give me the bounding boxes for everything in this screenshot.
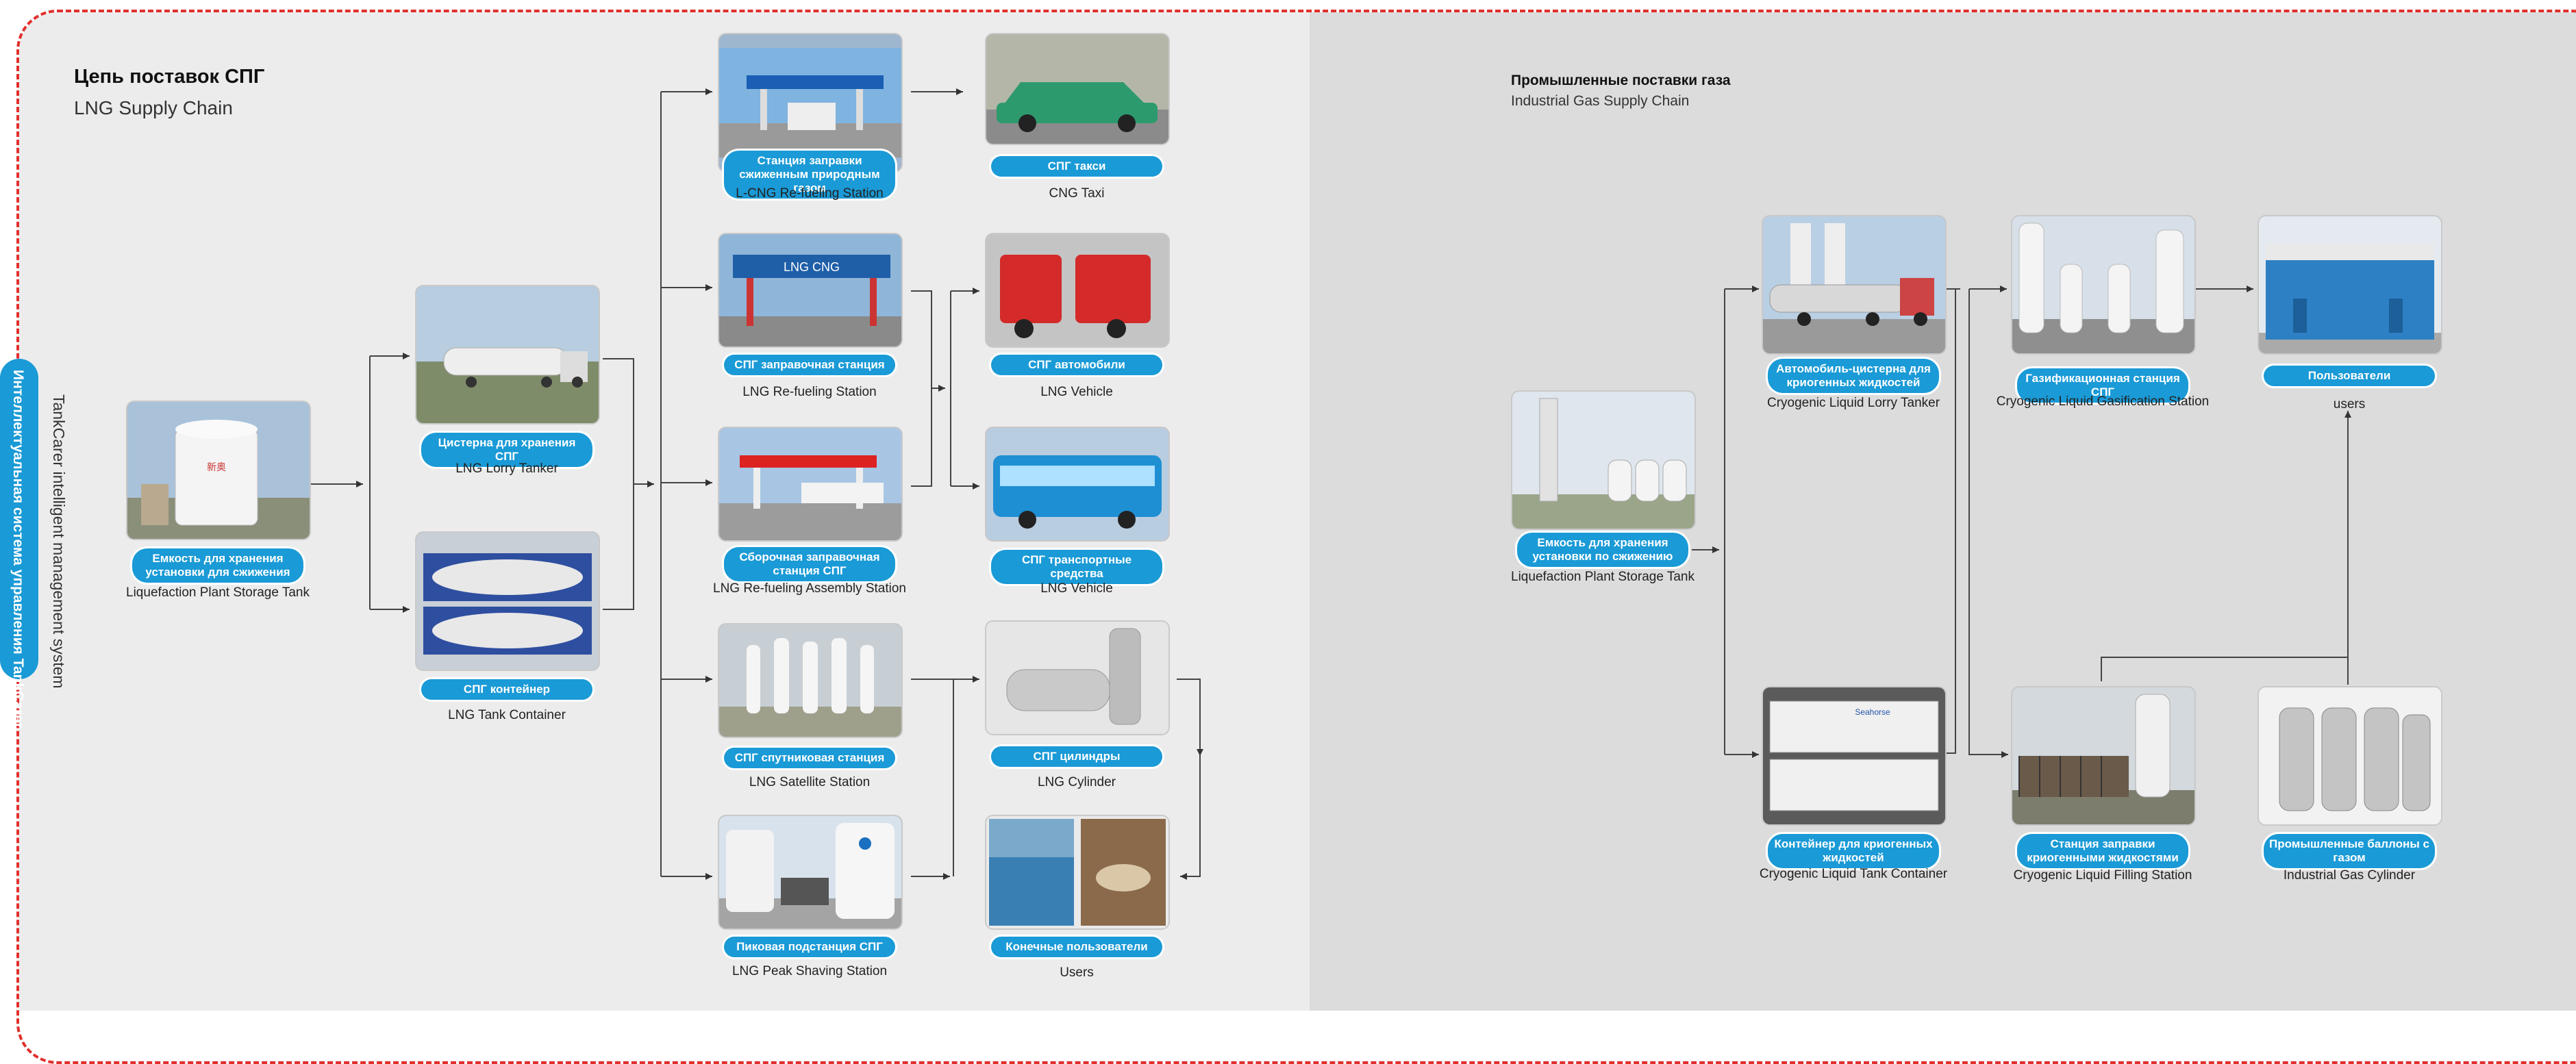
- pill-lng-cylinder: СПГ цилиндры: [991, 746, 1162, 767]
- node-lng-vehicle-bus: СПГ транспортные средства LNG Vehicle: [985, 427, 1170, 596]
- svg-text:Seahorse: Seahorse: [1855, 707, 1890, 717]
- node-cryo-filling-station: Станция заправки криогенными жидкостями …: [2011, 686, 2196, 883]
- gasification-station-photo: [2011, 215, 2196, 355]
- gas-cylinders-photo: [2258, 686, 2442, 826]
- cylinder-photo: [985, 620, 1170, 735]
- node-cryo-lorry-tanker: Автомобиль-цистерна для криогенных жидко…: [1762, 215, 1947, 410]
- cap-lng-tank-container: LNG Tank Container: [448, 708, 566, 722]
- truck-photo: [985, 233, 1170, 348]
- pill-cng-taxi: СПГ такси: [991, 156, 1162, 177]
- cap-cryo-gasification-station: Cryogenic Liquid Gasification Station: [1996, 394, 2210, 409]
- cap-cryo-lorry-tanker: Cryogenic Liquid Lorry Tanker: [1766, 396, 1940, 410]
- lorry-tanker-photo: [1762, 215, 1947, 355]
- node-end-users: Конечные пользователи Users: [985, 815, 1170, 980]
- node-ind-users: Пользователи users: [2258, 215, 2442, 411]
- cap-lng-satellite-station: LNG Satellite Station: [749, 775, 871, 789]
- cap-lng-assembly-station: LNG Re-fueling Assembly Station: [713, 581, 906, 596]
- tank-container-photo: Seahorse: [1762, 686, 1947, 826]
- cap-cryo-tank-container: Cryogenic Liquid Tank Container: [1759, 867, 1948, 881]
- pill-lng-assembly-station: Сборочная заправочная станция СПГ: [724, 547, 895, 581]
- pill-lng-peak-shaving: Пиковая подстанция СПГ: [724, 937, 895, 957]
- cap-cng-taxi: CNG Taxi: [1049, 186, 1105, 201]
- svg-text:LNG CNG: LNG CNG: [784, 260, 840, 274]
- pill-cryo-tank-container: Контейнер для криогенных жидкостей: [1768, 834, 1939, 868]
- node-lng-lorry-tanker: Цистерна для хранения СПГ LNG Lorry Tank…: [415, 285, 600, 476]
- cap-lcng-station: L-CNG Re-fueling Station: [736, 186, 884, 201]
- cap-cryo-filling-station: Cryogenic Liquid Filling Station: [2013, 868, 2192, 883]
- node-cryo-tank-container: Seahorse Контейнер для криогенных жидкос…: [1760, 686, 1947, 881]
- pill-lng-vehicle-truck: СПГ автомобили: [991, 355, 1162, 375]
- cap-lng-lorry-tanker: LNG Lorry Tanker: [455, 461, 558, 476]
- bus-photo: [985, 427, 1170, 542]
- node-lng-tank-container: СПГ контейнер LNG Tank Container: [415, 531, 600, 722]
- node-lng-refueling-station: LNG CNG СПГ заправочная станция LNG Re-f…: [718, 233, 903, 399]
- cap-liquefaction-tank: Liquefaction Plant Storage Tank: [126, 585, 310, 600]
- cap-lng-vehicle-truck: LNG Vehicle: [1040, 385, 1113, 399]
- assembly-station-photo: [718, 427, 903, 542]
- pill-industrial-gas-cylinder: Промышленные баллоны с газом: [2264, 834, 2435, 868]
- node-lng-assembly-station: Сборочная заправочная станция СПГ LNG Re…: [713, 427, 906, 596]
- cap-ind-liquefaction-tank: Liquefaction Plant Storage Tank: [1511, 570, 1695, 584]
- node-industrial-gas-cylinder: Промышленные баллоны с газом Industrial …: [2258, 686, 2442, 883]
- node-cryo-gasification-station: Газификационная станция СПГ Cryogenic Li…: [1997, 215, 2209, 409]
- pill-lng-tank-container: СПГ контейнер: [421, 679, 592, 700]
- satellite-station-photo: [718, 623, 903, 738]
- cap-industrial-gas-cylinder: Industrial Gas Cylinder: [2283, 868, 2416, 883]
- cap-lng-cylinder: LNG Cylinder: [1037, 775, 1116, 789]
- node-ind-liquefaction-tank: Емкость для хранения установки по сжижен…: [1511, 390, 1696, 584]
- node-cng-taxi: СПГ такси CNG Taxi: [985, 33, 1170, 201]
- tank-container-photo: [415, 531, 600, 671]
- node-lng-satellite-station: СПГ спутниковая станция LNG Satellite St…: [718, 623, 903, 789]
- storage-tank-photo: 新奥: [126, 401, 311, 540]
- node-lcng-station: Станция заправки сжиженным природным газ…: [718, 33, 903, 201]
- pill-cryo-lorry-tanker: Автомобиль-цистерна для криогенных жидко…: [1768, 359, 1939, 393]
- cap-lng-peak-shaving: LNG Peak Shaving Station: [731, 964, 888, 978]
- node-lng-vehicle-truck: СПГ автомобили LNG Vehicle: [985, 233, 1170, 399]
- warehouse-photo: [2258, 215, 2442, 355]
- pill-cryo-filling-station: Станция заправки криогенными жидкостями: [2017, 834, 2188, 868]
- refueling-station-photo: LNG CNG: [718, 233, 903, 348]
- peak-shaving-photo: [718, 815, 903, 930]
- lorry-tanker-photo: [415, 285, 600, 425]
- pill-ind-users: Пользователи: [2264, 366, 2435, 386]
- pill-lng-vehicle-bus: СПГ транспортные средства: [991, 550, 1162, 584]
- end-users-photo: [985, 815, 1170, 930]
- svg-text:新奥: 新奥: [207, 461, 226, 472]
- cap-lng-vehicle-bus: LNG Vehicle: [1040, 581, 1113, 596]
- cap-ind-users: users: [2333, 397, 2366, 411]
- node-liquefaction-tank: 新奥 Емкость для хранения установки для сж…: [126, 401, 311, 600]
- cap-end-users: Users: [1060, 965, 1094, 980]
- plant-tower-photo: [1511, 390, 1696, 530]
- filling-station-photo: [2011, 686, 2196, 826]
- pill-lng-refueling-station: СПГ заправочная станция: [724, 355, 895, 375]
- flow-connectors: [310, 88, 2351, 880]
- pill-end-users: Конечные пользователи: [991, 937, 1162, 957]
- cap-lng-refueling-station: LNG Re-fueling Station: [742, 385, 877, 399]
- pill-ind-liquefaction-tank: Емкость для хранения установки по сжижен…: [1517, 533, 1688, 567]
- pill-liquefaction-tank: Емкость для хранения установки для сжиже…: [132, 548, 303, 583]
- taxi-photo: [985, 33, 1170, 145]
- pill-lng-satellite-station: СПГ спутниковая станция: [724, 748, 895, 768]
- node-lng-peak-shaving: Пиковая подстанция СПГ LNG Peak Shaving …: [718, 815, 903, 978]
- node-lng-cylinder: СПГ цилиндры LNG Cylinder: [985, 620, 1170, 789]
